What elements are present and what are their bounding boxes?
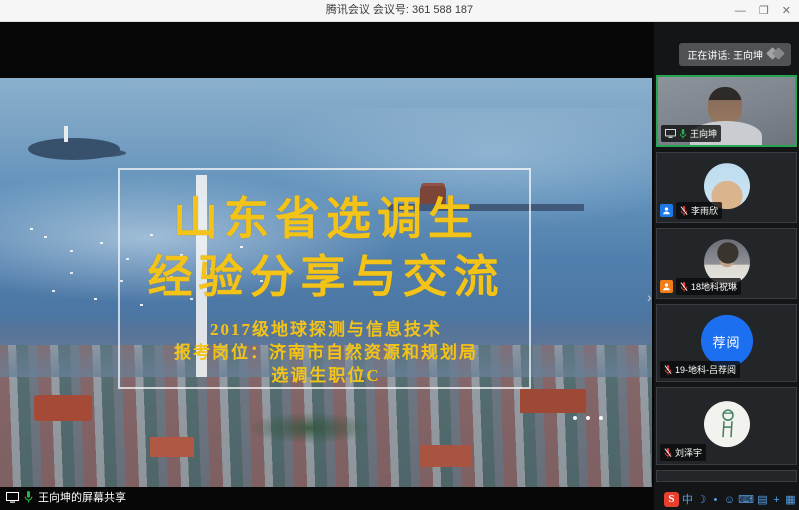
skin-icon[interactable]: + — [771, 493, 782, 507]
host-badge-icon — [660, 280, 673, 293]
red-roof-graphic — [34, 395, 92, 421]
initials-avatar: 荐阅 — [701, 315, 753, 367]
meeting-title: 腾讯会议 会议号: 361 588 187 — [0, 0, 799, 21]
participant-name: 李雨欣 — [691, 204, 718, 217]
handwriting-icon[interactable]: ▤ — [757, 493, 768, 507]
close-icon[interactable]: ✕ — [782, 0, 791, 22]
keyboard-icon[interactable]: ⌨ — [738, 493, 754, 507]
mic-on-icon — [679, 129, 687, 139]
slide-title-line2: 经验分享与交流 — [0, 248, 652, 306]
slide-subtitle: 2017级地球探测与信息技术 报考岗位：济南市自然资源和规划局 选调生职位C — [0, 318, 652, 387]
tencent-meeting-window: { "title_bar": { "app_title": "腾讯会议 会议号:… — [0, 0, 799, 510]
participant-nametag: 王向坤 — [661, 125, 721, 142]
participant-name: 18地科祝琳 — [691, 280, 737, 293]
slide-subtitle-line2: 报考岗位：济南市自然资源和规划局 — [0, 341, 652, 364]
participant-nametag: 18地科祝琳 — [676, 278, 741, 295]
participant-name: 王向坤 — [690, 127, 717, 140]
participant-thumbnail[interactable]: 王向坤 — [656, 75, 797, 147]
slide-subtitle-line1: 2017级地球探测与信息技术 — [0, 318, 652, 341]
window-controls: — ❐ ✕ — [735, 0, 791, 22]
participant-thumbnail-partial[interactable] — [656, 470, 797, 482]
participant-nametag: 李雨欣 — [676, 202, 722, 219]
participant-name: 19-地科-吕荐阅 — [675, 363, 736, 376]
mic-muted-icon — [680, 282, 688, 292]
participant-nametag: 19-地科-吕荐阅 — [660, 361, 740, 378]
active-speaker-label: 正在讲话: 王向坤 — [687, 47, 763, 62]
slide-dots — [573, 407, 619, 411]
participant-thumbnail[interactable]: 李雨欣 — [656, 152, 797, 223]
screen-share-icon — [665, 129, 676, 138]
speaker-waves-icon — [768, 49, 783, 61]
video-thumbnail-list: 王向坤 李雨欣 — [654, 75, 799, 482]
sketch-avatar — [704, 401, 750, 447]
person-silhouette — [708, 87, 742, 125]
island-graphic — [28, 138, 120, 160]
maximize-icon[interactable]: ❐ — [759, 0, 769, 22]
monitor-icon — [6, 492, 19, 503]
system-tray: S 中 ☽ • ☺ ⌨ ▤ + ▦ — [664, 492, 796, 507]
active-speaker-banner: 正在讲话: 王向坤 — [679, 43, 791, 66]
mic-on-icon — [24, 491, 33, 503]
minimize-icon[interactable]: — — [735, 0, 746, 22]
shared-screen-area: 山东省选调生 经验分享与交流 2017级地球探测与信息技术 报考岗位：济南市自然… — [0, 22, 654, 510]
cohost-badge-icon — [660, 204, 673, 217]
sogou-input-icon[interactable]: S — [664, 492, 679, 507]
fullwidth-icon[interactable]: ☽ — [696, 493, 707, 507]
input-mode-icon[interactable]: 中 — [682, 493, 693, 507]
toolbox-icon[interactable]: ▦ — [785, 493, 796, 507]
sidebar-collapse-icon[interactable]: › — [647, 290, 652, 304]
presentation-slide: 山东省选调生 经验分享与交流 2017级地球探测与信息技术 报考岗位：济南市自然… — [0, 78, 652, 487]
participants-sidebar: 王向坤 李雨欣 — [654, 22, 799, 510]
red-roof-graphic — [150, 437, 194, 457]
lighthouse-graphic — [64, 126, 68, 142]
punctuation-icon[interactable]: • — [710, 493, 721, 507]
screen-share-indicator: 王向坤的屏幕共享 — [6, 489, 126, 505]
slide-title: 山东省选调生 经验分享与交流 — [0, 190, 652, 306]
slide-title-line1: 山东省选调生 — [0, 190, 652, 248]
participant-name: 刘泽宇 — [675, 446, 702, 459]
screen-share-label: 王向坤的屏幕共享 — [38, 489, 126, 505]
participant-thumbnail[interactable]: 荐阅 19-地科-吕荐阅 — [656, 304, 797, 382]
mic-muted-icon — [680, 206, 688, 216]
slide-subtitle-line3: 选调生职位C — [0, 364, 652, 387]
participant-thumbnail[interactable]: 18地科祝琳 — [656, 228, 797, 299]
participant-nametag: 刘泽宇 — [660, 444, 706, 461]
emoji-icon[interactable]: ☺ — [724, 493, 735, 507]
mic-muted-icon — [664, 448, 672, 458]
participant-thumbnail[interactable]: 刘泽宇 — [656, 387, 797, 465]
mic-muted-icon — [664, 365, 672, 375]
red-roof-graphic — [420, 445, 472, 467]
trees-graphic — [250, 413, 370, 443]
window-title-bar: 腾讯会议 会议号: 361 588 187 — ❐ ✕ — [0, 0, 799, 22]
